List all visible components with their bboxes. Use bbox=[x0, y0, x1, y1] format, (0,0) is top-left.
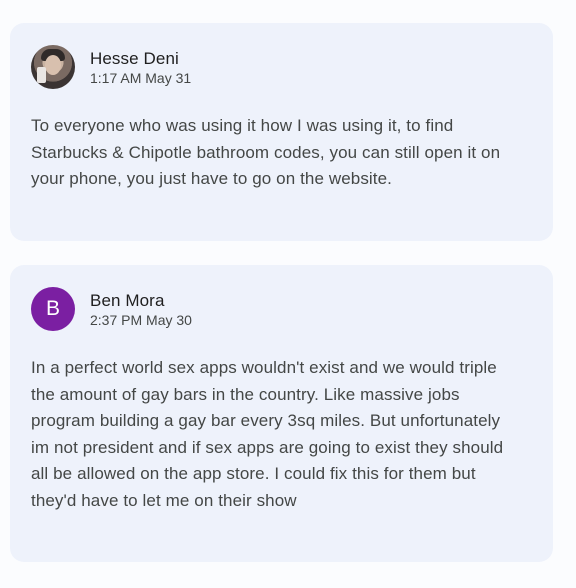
avatar-face-shape bbox=[45, 55, 61, 75]
comment-timestamp: 1:17 AM May 31 bbox=[90, 70, 192, 86]
comment-card: Hesse Deni 1:17 AM May 31 To everyone wh… bbox=[10, 23, 553, 241]
comment-card: B Ben Mora 2:37 PM May 30 In a perfect w… bbox=[10, 265, 553, 562]
comment-text: In a perfect world sex apps wouldn't exi… bbox=[31, 358, 504, 510]
author-name[interactable]: Ben Mora bbox=[90, 291, 192, 311]
comment-timestamp: 2:37 PM May 30 bbox=[90, 312, 192, 328]
comments-page: Hesse Deni 1:17 AM May 31 To everyone wh… bbox=[0, 0, 576, 588]
comment-meta: Ben Mora 2:37 PM May 30 bbox=[90, 291, 192, 329]
avatar[interactable]: B bbox=[31, 287, 75, 331]
comment-header: B Ben Mora 2:37 PM May 30 bbox=[31, 287, 533, 331]
avatar[interactable] bbox=[31, 45, 75, 89]
comment-text: To everyone who was using it how I was u… bbox=[31, 116, 501, 188]
comment-header: Hesse Deni 1:17 AM May 31 bbox=[31, 45, 533, 89]
avatar-letter: B bbox=[45, 297, 60, 320]
comment-meta: Hesse Deni 1:17 AM May 31 bbox=[90, 49, 191, 87]
avatar-phone-shape bbox=[37, 67, 46, 83]
author-name[interactable]: Hesse Deni bbox=[90, 49, 191, 69]
